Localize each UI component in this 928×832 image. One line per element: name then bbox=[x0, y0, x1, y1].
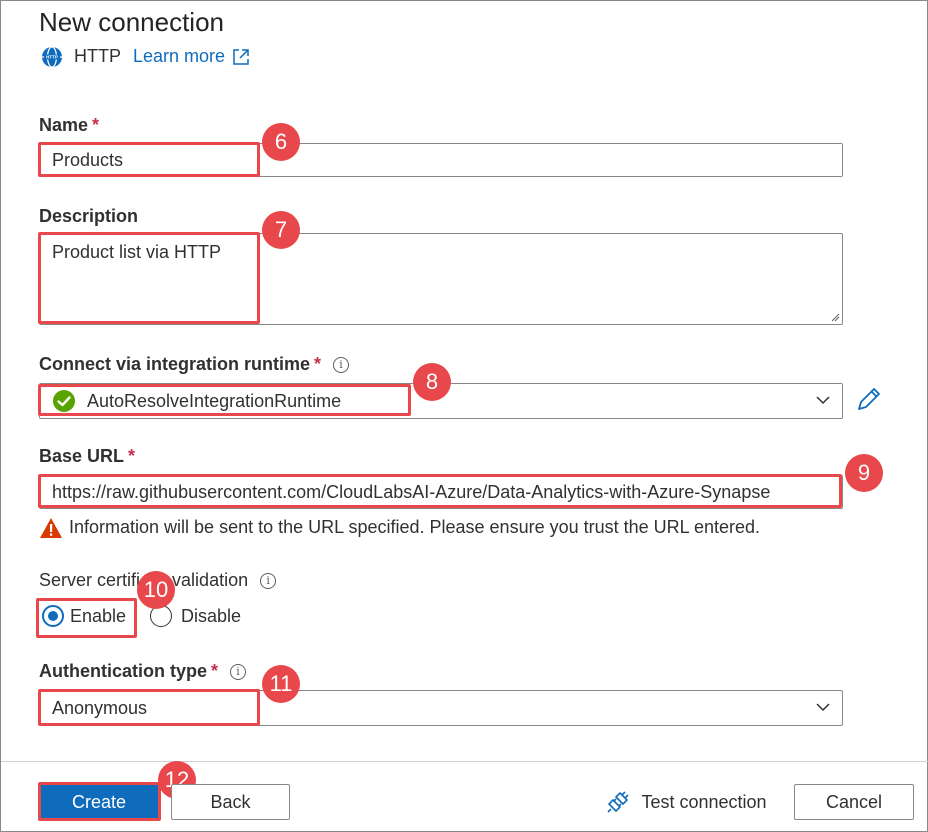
step-badge-8: 8 bbox=[413, 363, 451, 401]
required-marker: * bbox=[211, 661, 219, 681]
plug-icon bbox=[607, 791, 630, 813]
globe-icon: HTTP bbox=[42, 46, 62, 68]
new-connection-panel: New connection HTTP HTTP Learn more Name… bbox=[0, 0, 928, 832]
external-link-icon bbox=[233, 48, 249, 65]
step-badge-6: 6 bbox=[262, 123, 300, 161]
required-marker: * bbox=[314, 354, 322, 374]
required-marker: * bbox=[92, 115, 100, 135]
base-url-label: Base URL * bbox=[39, 446, 135, 467]
back-button[interactable]: Back bbox=[171, 784, 290, 820]
radio-enable-label[interactable]: Enable bbox=[70, 606, 126, 627]
info-icon[interactable]: i bbox=[260, 572, 277, 589]
info-icon[interactable]: i bbox=[333, 356, 350, 373]
auth-type-label: Authentication type * i bbox=[39, 661, 247, 682]
page-title: New connection bbox=[39, 7, 224, 37]
connector-type-label: HTTP bbox=[74, 46, 121, 66]
base-url-value: https://raw.githubusercontent.com/CloudL… bbox=[52, 481, 771, 502]
base-url-warning: Information will be sent to the URL spec… bbox=[69, 517, 761, 537]
name-label-text: Name bbox=[39, 115, 89, 135]
radio-disable-label[interactable]: Disable bbox=[181, 606, 241, 627]
learn-more-label: Learn more bbox=[133, 46, 226, 66]
resize-grip-icon[interactable] bbox=[830, 312, 840, 322]
integration-runtime-value: AutoResolveIntegrationRuntime bbox=[87, 390, 342, 411]
cancel-button[interactable]: Cancel bbox=[794, 784, 914, 820]
step-badge-10: 10 bbox=[137, 571, 175, 609]
footer-divider bbox=[1, 761, 928, 762]
description-textarea[interactable]: Product list via HTTP bbox=[39, 233, 843, 325]
learn-more-link[interactable]: Learn more bbox=[133, 46, 251, 67]
name-label: Name * bbox=[39, 115, 99, 136]
success-check-icon bbox=[53, 390, 75, 412]
description-label: Description bbox=[39, 206, 139, 226]
radio-enable[interactable] bbox=[42, 605, 64, 627]
name-input-value: Products bbox=[52, 149, 124, 170]
step-badge-11: 11 bbox=[262, 665, 300, 703]
step-badge-7: 7 bbox=[262, 211, 300, 249]
info-icon[interactable]: i bbox=[230, 663, 247, 680]
name-input[interactable]: Products bbox=[39, 143, 843, 177]
auth-type-label-text: Authentication type bbox=[39, 661, 208, 681]
integration-runtime-label: Connect via integration runtime * i bbox=[39, 354, 350, 375]
base-url-label-text: Base URL bbox=[39, 446, 125, 466]
description-value: Product list via HTTP bbox=[52, 242, 222, 262]
required-marker: * bbox=[128, 446, 136, 466]
base-url-input[interactable]: https://raw.githubusercontent.com/CloudL… bbox=[39, 475, 843, 509]
edit-pencil-icon[interactable] bbox=[855, 385, 883, 413]
step-badge-9: 9 bbox=[845, 454, 883, 492]
svg-text:HTTP: HTTP bbox=[46, 55, 58, 60]
auth-type-dropdown[interactable]: Anonymous bbox=[39, 690, 843, 726]
create-button[interactable]: Create bbox=[39, 784, 159, 820]
warning-icon bbox=[40, 518, 62, 538]
server-cert-label-start: Server certifi bbox=[39, 570, 141, 590]
chevron-down-icon bbox=[816, 396, 830, 405]
test-connection-button[interactable]: Test connection bbox=[593, 784, 779, 820]
integration-runtime-label-text: Connect via integration runtime bbox=[39, 354, 311, 374]
auth-type-value: Anonymous bbox=[52, 697, 148, 718]
chevron-down-icon bbox=[816, 703, 830, 712]
test-connection-label: Test connection bbox=[641, 791, 767, 812]
